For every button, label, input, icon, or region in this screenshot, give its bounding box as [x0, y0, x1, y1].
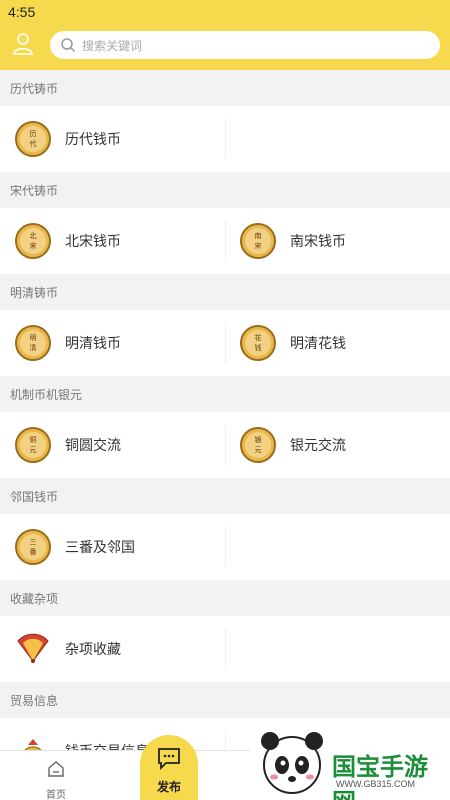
category-row: 三番三番及邻国 — [0, 514, 450, 580]
category-label: 三番及邻国 — [65, 540, 135, 556]
watermark-url: WWW.GB315.COM — [336, 779, 416, 789]
coin-icon: 铜元 — [15, 427, 51, 463]
tab-home[interactable]: 首页 — [30, 759, 82, 800]
category-item[interactable]: 明清明清钱币 — [0, 310, 225, 376]
status-time: 4:55 — [8, 4, 36, 20]
category-item[interactable]: 银元银元交流 — [225, 412, 450, 478]
cell-divider — [225, 527, 226, 567]
coin-icon: 明清 — [15, 325, 51, 361]
category-label: 杂项收藏 — [65, 642, 121, 658]
category-label: 南宋钱币 — [290, 234, 346, 250]
section-header: 机制币机银元 — [0, 376, 450, 412]
category-row: 杂项收藏 — [0, 616, 450, 682]
cell-divider — [225, 221, 226, 261]
coin-icon: 北宋 — [15, 223, 51, 259]
category-label: 钱币交易信息 — [65, 741, 149, 750]
user-profile-icon[interactable] — [10, 30, 36, 56]
fan-icon — [17, 633, 49, 663]
watermark: 国宝手游网 WWW.GB315.COM — [250, 725, 450, 800]
home-icon — [48, 761, 64, 777]
category-item[interactable]: 杂项收藏 — [0, 616, 225, 682]
section-header: 宋代铸币 — [0, 172, 450, 208]
header-bar: 4:55 搜索关键词 — [0, 0, 450, 70]
category-row: 北宋北宋钱币南宋南宋钱币 — [0, 208, 450, 274]
money-bag-icon — [24, 739, 42, 750]
section-header: 历代铸币 — [0, 70, 450, 106]
section-header: 贸易信息 — [0, 682, 450, 718]
cell-divider — [225, 119, 226, 159]
category-item[interactable]: 花钱明清花钱 — [225, 310, 450, 376]
category-label: 银元交流 — [290, 438, 346, 454]
panda-logo-icon — [261, 732, 323, 794]
category-item[interactable]: 三番三番及邻国 — [0, 514, 225, 580]
category-label: 明清钱币 — [65, 336, 121, 352]
category-label: 北宋钱币 — [65, 234, 121, 250]
watermark-brand: 国宝手游网 — [332, 753, 428, 800]
category-item[interactable]: 南宋南宋钱币 — [225, 208, 450, 274]
search-input[interactable]: 搜索关键词 — [50, 31, 440, 59]
coin-icon: 三番 — [15, 529, 51, 565]
search-placeholder: 搜索关键词 — [82, 38, 143, 53]
cell-divider — [225, 323, 226, 363]
section-header: 明清铸币 — [0, 274, 450, 310]
category-list: 历代铸币历代历代钱币 宋代铸币北宋北宋钱币南宋南宋钱币 明清铸币明清明清钱币花钱明清… — [0, 70, 450, 750]
category-item[interactable]: 北宋北宋钱币 — [0, 208, 225, 274]
category-label: 铜圆交流 — [65, 438, 121, 454]
coin-icon: 历代 — [15, 121, 51, 157]
category-item[interactable]: 历代历代钱币 — [0, 106, 225, 172]
category-row: 铜元铜圆交流银元银元交流 — [0, 412, 450, 478]
cell-divider — [225, 629, 226, 669]
coin-icon: 南宋 — [240, 223, 276, 259]
tab-home-label: 首页 — [46, 790, 66, 800]
publish-button[interactable]: 发布 — [140, 735, 198, 800]
coin-icon: 花钱 — [240, 325, 276, 361]
coin-icon: 银元 — [240, 427, 276, 463]
category-row: 明清明清钱币花钱明清花钱 — [0, 310, 450, 376]
publish-label: 发布 — [156, 780, 181, 794]
search-icon — [61, 38, 76, 53]
category-row: 历代历代钱币 — [0, 106, 450, 172]
section-header: 收藏杂项 — [0, 580, 450, 616]
chat-bubble-icon — [158, 748, 180, 771]
cell-divider — [225, 731, 226, 750]
cell-divider — [225, 425, 226, 465]
category-label: 明清花钱 — [290, 336, 346, 352]
category-item[interactable]: 铜元铜圆交流 — [0, 412, 225, 478]
section-header: 邻国钱币 — [0, 478, 450, 514]
category-label: 历代钱币 — [65, 132, 121, 148]
